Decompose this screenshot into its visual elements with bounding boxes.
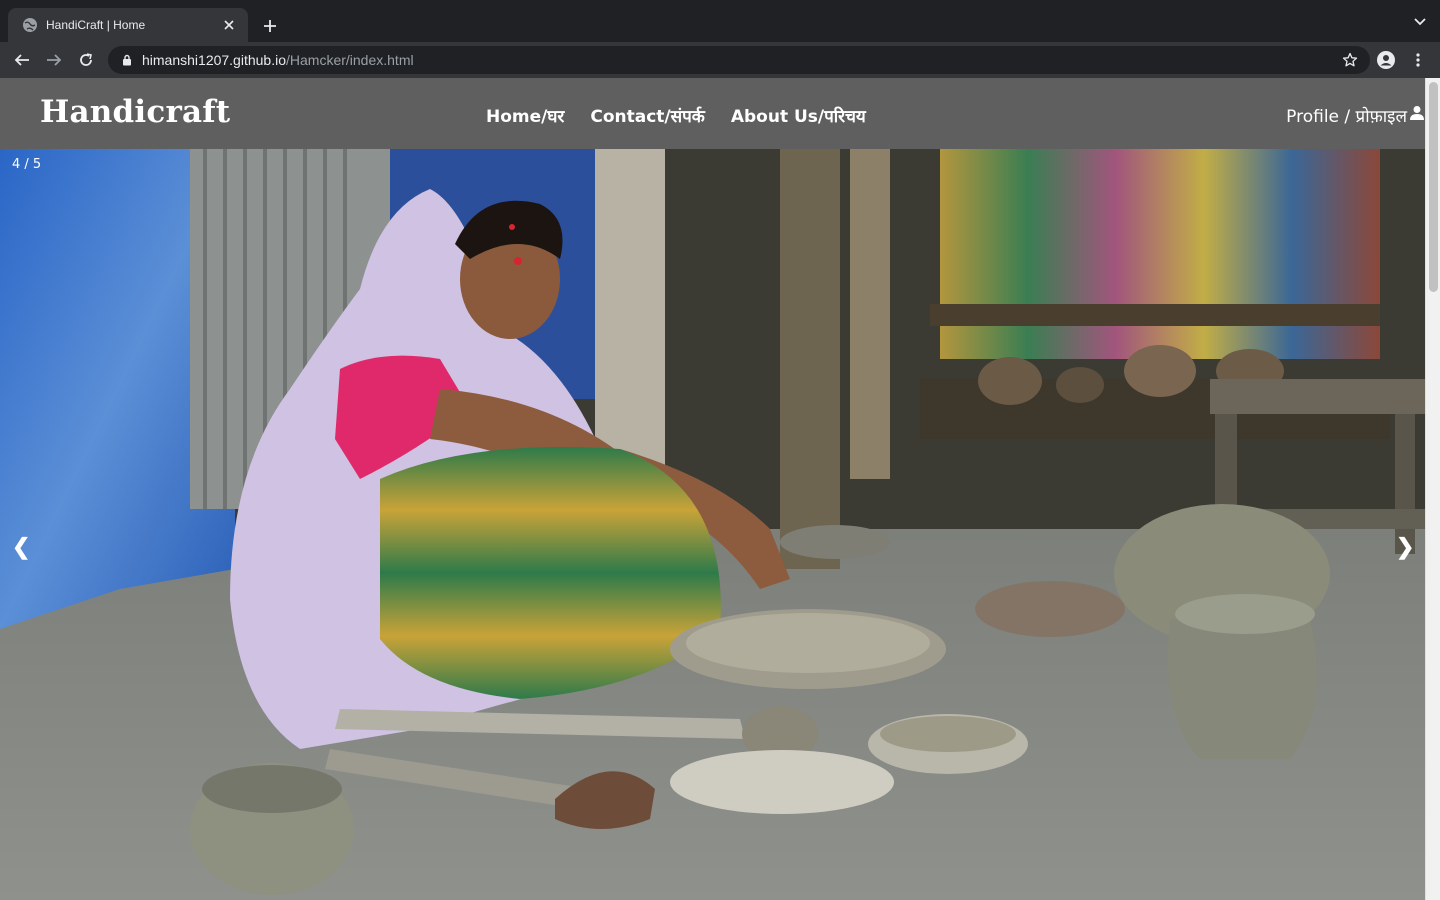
nav-home-link[interactable]: Home/घर <box>486 104 564 127</box>
tab-search-chevron-icon[interactable] <box>1412 14 1428 30</box>
nav-links: Home/घर Contact/संपर्क About Us/परिचय <box>486 104 866 127</box>
nav-about-link[interactable]: About Us/परिचय <box>731 104 866 127</box>
potter-woman-photo <box>0 149 1425 900</box>
browser-toolbar: himanshi1207.github.io/Hamcker/index.htm… <box>0 42 1440 78</box>
prev-slide-button[interactable]: ❮ <box>12 534 30 560</box>
hero-slideshow: 4 / 5 ❮ ❯ <box>0 149 1425 900</box>
browser-tab-strip: HandiCraft | Home <box>0 0 1440 42</box>
nav-contact-link[interactable]: Contact/संपर्क <box>590 104 704 127</box>
back-arrow-icon[interactable] <box>10 48 34 72</box>
globe-icon <box>22 17 38 33</box>
profile-link[interactable]: Profile / प्रोफ़ाइल <box>1286 104 1425 127</box>
profile-label: Profile / प्रोफ़ाइल <box>1286 107 1407 127</box>
lock-icon[interactable] <box>120 53 134 67</box>
address-bar[interactable]: himanshi1207.github.io/Hamcker/index.htm… <box>108 46 1370 74</box>
web-page: Handicraft Home/घर Contact/संपर्क About … <box>0 78 1440 900</box>
forward-arrow-icon[interactable] <box>42 48 66 72</box>
next-slide-button[interactable]: ❯ <box>1396 534 1414 560</box>
page-scrollbar[interactable] <box>1425 78 1440 900</box>
bookmark-star-icon[interactable] <box>1342 52 1358 68</box>
url-host: himanshi1207.github.io <box>142 52 286 68</box>
new-tab-icon[interactable] <box>258 14 282 38</box>
account-avatar-icon[interactable] <box>1376 50 1396 70</box>
tab-title: HandiCraft | Home <box>46 18 146 32</box>
more-menu-icon[interactable] <box>1408 50 1428 70</box>
url-text[interactable]: himanshi1207.github.io/Hamcker/index.htm… <box>142 52 1342 68</box>
close-tab-icon[interactable] <box>220 16 238 34</box>
slide-counter: 4 / 5 <box>12 157 42 172</box>
site-navbar: Handicraft Home/घर Contact/संपर्क About … <box>0 78 1425 149</box>
reload-icon[interactable] <box>74 48 98 72</box>
url-path: /Hamcker/index.html <box>286 52 414 68</box>
user-icon <box>1409 105 1425 126</box>
browser-tab[interactable]: HandiCraft | Home <box>8 8 248 42</box>
site-logo[interactable]: Handicraft <box>40 94 230 130</box>
scrollbar-thumb[interactable] <box>1429 82 1438 292</box>
